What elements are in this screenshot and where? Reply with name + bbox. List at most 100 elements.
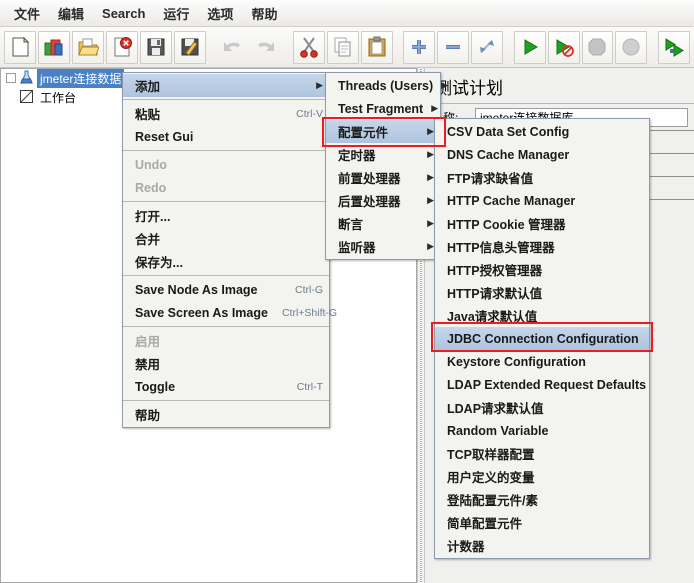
add-submenu-item-timer[interactable]: 定时器 ▶ <box>326 143 440 166</box>
menu-item-label: 合并 <box>135 233 161 247</box>
add-submenu-item-post-processor[interactable]: 后置处理器 ▶ <box>326 189 440 212</box>
close-icon[interactable] <box>105 30 138 64</box>
undo-icon[interactable] <box>216 31 248 64</box>
context-menu-item-undo: Undo <box>123 153 329 176</box>
config-item-csv-data-set-config[interactable]: CSV Data Set Config <box>435 120 649 143</box>
config-item-http-request-defaults[interactable]: HTTP请求默认值 <box>435 281 649 304</box>
templates-icon[interactable] <box>37 30 70 64</box>
menu-item-label: Toggle <box>135 379 176 394</box>
expand-all-icon[interactable] <box>403 30 436 64</box>
add-submenu-item-assertion[interactable]: 断言 ▶ <box>326 212 440 235</box>
menu-separator <box>123 150 329 151</box>
cut-icon[interactable] <box>292 30 325 64</box>
tree-node-label: jmeter连接数据 <box>37 69 125 88</box>
config-item-login-config-element[interactable]: 登陆配置元件/素 <box>435 488 649 511</box>
toolbar <box>0 27 694 68</box>
config-item-counter[interactable]: 计数器 <box>435 534 649 557</box>
context-menu-item-merge[interactable]: 合并 <box>123 227 329 250</box>
tree-context-menu[interactable]: 添加 ▶ 粘贴 Ctrl-V Reset Gui Undo Redo 打开...… <box>122 72 337 428</box>
menu-item-label: Reset Gui <box>135 129 194 144</box>
config-item-java-request-defaults[interactable]: Java请求默认值 <box>435 304 649 327</box>
config-item-ftp-request-defaults[interactable]: FTP请求缺省值 <box>435 166 649 189</box>
tree-expand-handle[interactable] <box>5 72 18 85</box>
menu-edit[interactable]: 编辑 <box>50 1 92 26</box>
save-icon[interactable] <box>139 30 172 64</box>
remote-start-all-icon[interactable] <box>658 30 690 64</box>
start-icon[interactable] <box>513 30 546 64</box>
test-plan-icon <box>19 70 34 88</box>
menu-item-label: HTTP Cache Manager <box>447 193 576 208</box>
config-item-tcp-sampler-config[interactable]: TCP取样器配置 <box>435 442 649 465</box>
context-menu-item-enable: 启用 <box>123 329 329 352</box>
context-menu-item-toggle[interactable]: Toggle Ctrl-T <box>123 375 329 398</box>
context-menu-item-save-as[interactable]: 保存为... <box>123 250 329 273</box>
new-icon[interactable] <box>4 30 36 64</box>
config-item-simple-config-element[interactable]: 简单配置元件 <box>435 511 649 534</box>
add-submenu-item-pre-processor[interactable]: 前置处理器 ▶ <box>326 166 440 189</box>
menu-item-label: DNS Cache Manager <box>447 147 570 162</box>
menu-item-label: Save Screen As Image <box>135 305 268 320</box>
add-submenu-item-threads[interactable]: Threads (Users) ▶ <box>326 74 448 97</box>
shutdown-icon[interactable] <box>615 30 648 64</box>
config-item-dns-cache-manager[interactable]: DNS Cache Manager <box>435 143 649 166</box>
context-menu-item-help[interactable]: 帮助 <box>123 403 329 426</box>
menu-item-label: LDAP请求默认值 <box>447 402 544 416</box>
context-menu-item-save-node-as-image[interactable]: Save Node As Image Ctrl-G <box>123 278 329 301</box>
context-menu-item-paste[interactable]: 粘贴 Ctrl-V <box>123 102 329 125</box>
menu-bar: 文件 编辑 Search 运行 选项 帮助 <box>0 0 694 27</box>
config-item-jdbc-connection-configuration[interactable]: JDBC Connection Configuration <box>435 327 649 350</box>
copy-icon[interactable] <box>326 30 359 64</box>
menu-help[interactable]: 帮助 <box>243 1 285 26</box>
menu-item-label: JDBC Connection Configuration <box>447 331 639 346</box>
menu-separator <box>123 275 329 276</box>
menu-item-label: Test Fragment <box>338 101 424 116</box>
chevron-right-icon: ▶ <box>427 149 434 159</box>
tree-node-label: 工作台 <box>40 91 77 105</box>
menu-item-label: 配置元件 <box>338 126 389 140</box>
add-submenu-item-config-element[interactable]: 配置元件 ▶ <box>326 120 440 143</box>
context-menu-item-reset-gui[interactable]: Reset Gui <box>123 125 329 148</box>
menu-item-label: 用户定义的变量 <box>447 471 535 485</box>
toolbar-separator <box>648 32 657 63</box>
menu-options[interactable]: 选项 <box>199 1 241 26</box>
menu-item-label: 粘贴 <box>135 108 161 122</box>
toolbar-separator <box>283 32 292 63</box>
add-submenu-item-test-fragment[interactable]: Test Fragment ▶ <box>326 97 440 120</box>
context-menu-item-open[interactable]: 打开... <box>123 204 329 227</box>
menu-file[interactable]: 文件 <box>6 1 48 26</box>
config-item-http-authorization-manager[interactable]: HTTP授权管理器 <box>435 258 649 281</box>
config-item-random-variable[interactable]: Random Variable <box>435 419 649 442</box>
chevron-right-icon: ▶ <box>441 80 449 90</box>
toolbar-separator <box>504 32 513 63</box>
menu-item-label: 计数器 <box>447 540 485 554</box>
config-item-http-cookie-manager[interactable]: HTTP Cookie 管理器 <box>435 212 649 235</box>
menu-item-label: Threads (Users) <box>338 78 434 93</box>
menu-item-label: TCP取样器配置 <box>447 448 535 462</box>
add-submenu-item-listener[interactable]: 监听器 ▶ <box>326 235 440 258</box>
stop-icon[interactable] <box>581 30 614 64</box>
menu-item-label: Java请求默认值 <box>447 310 538 324</box>
config-item-http-header-manager[interactable]: HTTP信息头管理器 <box>435 235 649 258</box>
config-item-user-defined-variables[interactable]: 用户定义的变量 <box>435 465 649 488</box>
add-submenu[interactable]: Threads (Users) ▶ Test Fragment ▶ 配置元件 ▶… <box>325 72 448 260</box>
paste-icon[interactable] <box>360 30 393 64</box>
start-no-pauses-icon[interactable] <box>547 30 580 64</box>
toggle-icon[interactable] <box>471 30 503 64</box>
context-menu-item-add[interactable]: 添加 ▶ <box>123 74 329 97</box>
redo-icon[interactable] <box>250 31 282 64</box>
context-menu-item-save-screen-as-image[interactable]: Save Screen As Image Ctrl+Shift-G <box>123 301 337 324</box>
config-item-ldap-extended-request-defaults[interactable]: LDAP Extended Request Defaults <box>435 373 649 396</box>
context-menu-item-disable[interactable]: 禁用 <box>123 352 329 375</box>
menu-item-label: HTTP信息头管理器 <box>447 241 555 255</box>
menu-search[interactable]: Search <box>94 3 153 24</box>
config-item-keystore-configuration[interactable]: Keystore Configuration <box>435 350 649 373</box>
menu-run[interactable]: 运行 <box>155 1 197 26</box>
menu-item-label: Keystore Configuration <box>447 354 586 369</box>
config-item-ldap-request-defaults[interactable]: LDAP请求默认值 <box>435 396 649 419</box>
open-icon[interactable] <box>71 30 104 64</box>
collapse-all-icon[interactable] <box>437 30 470 64</box>
config-item-http-cache-manager[interactable]: HTTP Cache Manager <box>435 189 649 212</box>
menu-item-label: 后置处理器 <box>338 195 401 209</box>
config-element-submenu[interactable]: CSV Data Set Config DNS Cache Manager FT… <box>434 118 650 559</box>
save-as-icon[interactable] <box>173 30 206 64</box>
